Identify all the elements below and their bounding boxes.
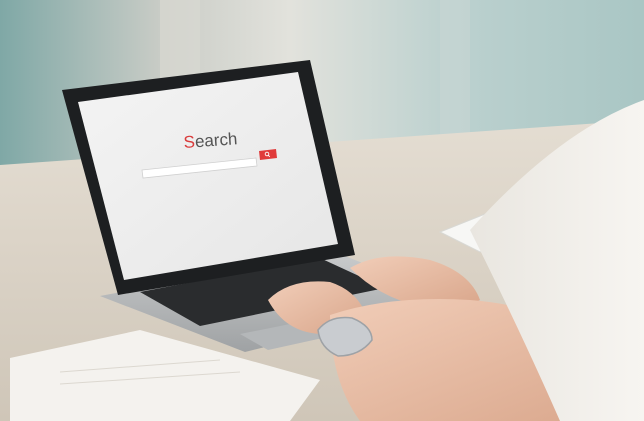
photo-illustration: Search (0, 0, 644, 421)
photo-scene: Search (0, 0, 644, 421)
search-logo: Search (183, 129, 238, 152)
laptop-screen (78, 72, 338, 280)
window-frame (440, 0, 470, 140)
